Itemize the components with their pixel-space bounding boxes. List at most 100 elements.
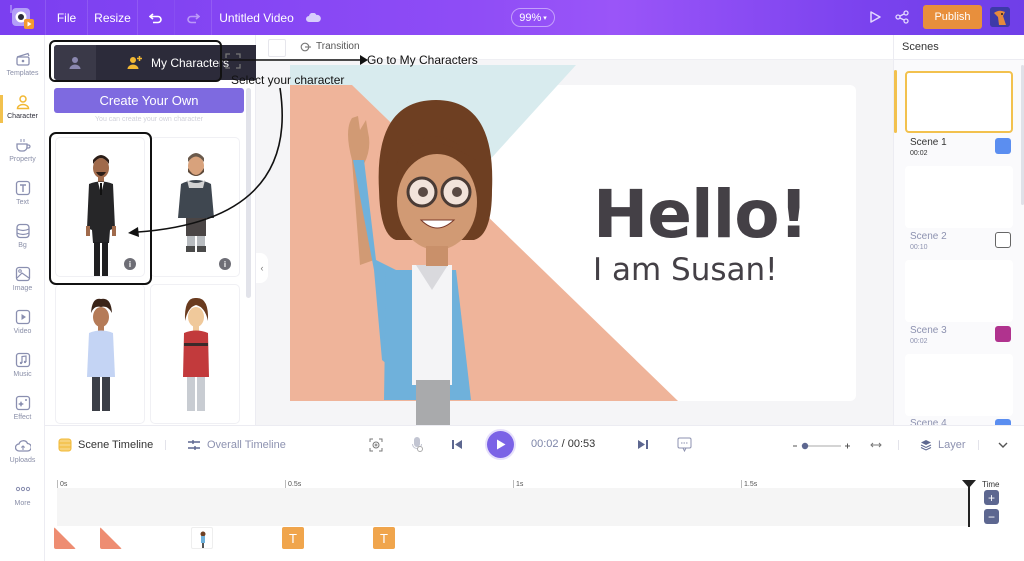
curly-hair-man-figure bbox=[87, 298, 115, 411]
timeline-clip-shape[interactable] bbox=[100, 527, 122, 549]
scene-thumbnail-4[interactable] bbox=[905, 354, 1013, 416]
timeline-clip-shape[interactable] bbox=[54, 527, 76, 549]
undo-icon bbox=[149, 12, 162, 23]
stage-toolbar: Transition bbox=[256, 35, 893, 60]
timeline-zoom-out-button[interactable]: − bbox=[984, 509, 999, 524]
scene-timeline-label: Scene Timeline bbox=[78, 439, 154, 451]
create-your-own-button[interactable]: Create Your Own bbox=[54, 88, 244, 113]
image-icon bbox=[15, 266, 30, 282]
subline-text[interactable]: I am Susan! bbox=[593, 252, 778, 288]
timeline-zoom-slider[interactable] bbox=[793, 442, 850, 450]
sidebar-label: Effect bbox=[13, 414, 32, 421]
divider bbox=[978, 440, 979, 450]
long-hair-man-figure bbox=[183, 297, 209, 411]
file-menu[interactable]: File bbox=[45, 0, 87, 35]
cloud-save-status bbox=[301, 0, 326, 35]
scenes-panel: Scenes Scene 1 00:02 Scene 2 00:10 Scene… bbox=[893, 35, 1024, 425]
skip-back-icon[interactable] bbox=[451, 439, 463, 450]
screen-record-icon[interactable] bbox=[369, 438, 383, 452]
scene-1-transition-badge[interactable] bbox=[995, 138, 1011, 154]
zoom-level-dropdown[interactable]: 99% ▾ bbox=[511, 8, 555, 27]
uploads-icon bbox=[14, 440, 31, 452]
share-icon[interactable] bbox=[895, 10, 909, 24]
scene-name: Scene 1 bbox=[910, 137, 947, 148]
sidebar-item-uploads[interactable]: Uploads bbox=[0, 434, 45, 476]
panel-scrollbar[interactable] bbox=[246, 88, 251, 298]
scene-thumbnail-3[interactable] bbox=[905, 260, 1013, 322]
info-icon[interactable]: i bbox=[219, 258, 231, 270]
layer-button[interactable]: Layer bbox=[920, 426, 966, 464]
overall-timeline-icon bbox=[188, 440, 200, 450]
redo-button[interactable] bbox=[174, 0, 211, 35]
timeline-clip-text[interactable]: T bbox=[282, 527, 304, 549]
video-title[interactable]: Untitled Video bbox=[211, 0, 301, 35]
time-zoom-label: Time bbox=[982, 480, 1000, 489]
bearded-man-figure bbox=[178, 153, 214, 252]
templates-icon bbox=[15, 52, 30, 66]
timeline-clip-text[interactable]: T bbox=[373, 527, 395, 549]
background-color-swatch[interactable] bbox=[268, 39, 286, 57]
text-clip-label: T bbox=[380, 530, 388, 546]
fit-width-icon[interactable] bbox=[870, 440, 882, 450]
chevron-down-icon[interactable] bbox=[998, 442, 1008, 449]
sidebar-item-effect[interactable]: Effect bbox=[0, 391, 45, 433]
resize-menu[interactable]: Resize bbox=[87, 0, 137, 35]
sidebar-item-image[interactable]: Image bbox=[0, 262, 45, 304]
timeline-clip-character[interactable] bbox=[191, 527, 213, 549]
headline-text[interactable]: Hello! bbox=[593, 176, 809, 253]
sidebar-item-video[interactable]: Video bbox=[0, 305, 45, 347]
character-card-bearded-man[interactable]: i bbox=[150, 137, 240, 277]
triangle-shape-icon bbox=[54, 527, 76, 549]
time-separator: / bbox=[558, 438, 568, 450]
scene-thumbnail-1[interactable] bbox=[905, 71, 1013, 133]
voiceover-mic-icon[interactable] bbox=[411, 436, 423, 453]
scene-timeline-tab[interactable]: Scene Timeline bbox=[58, 426, 153, 464]
sidebar-label: Uploads bbox=[9, 457, 36, 464]
sidebar-item-text[interactable]: Text bbox=[0, 176, 45, 218]
top-bar: File Resize Untitled Video 99% ▾ Publish bbox=[0, 0, 1024, 35]
skip-forward-icon[interactable] bbox=[637, 439, 649, 450]
go-to-annotation: Go to My Characters bbox=[367, 53, 478, 67]
property-icon bbox=[15, 139, 31, 152]
sidebar-item-property[interactable]: Property bbox=[0, 133, 45, 175]
sidebar-item-character[interactable]: Character bbox=[0, 90, 45, 132]
character-card-long-hair-man[interactable] bbox=[150, 284, 240, 424]
create-your-own-label: Create Your Own bbox=[99, 93, 199, 108]
app-logo-icon[interactable] bbox=[9, 5, 35, 31]
overall-timeline-tab[interactable]: Overall Timeline bbox=[187, 426, 286, 464]
undo-button[interactable] bbox=[137, 0, 174, 35]
sidebar-item-templates[interactable]: Templates bbox=[0, 47, 45, 89]
playhead-handle[interactable] bbox=[962, 480, 976, 488]
transition-button[interactable]: Transition bbox=[300, 41, 360, 52]
user-avatar[interactable] bbox=[990, 7, 1010, 27]
total-time: 00:53 bbox=[567, 438, 596, 450]
scene-timeline-icon bbox=[58, 438, 72, 452]
timeline-zoom-in-button[interactable]: + bbox=[984, 490, 999, 505]
play-button[interactable] bbox=[487, 431, 514, 458]
sidebar-item-music[interactable]: Music bbox=[0, 348, 45, 390]
scene-3-transition-badge[interactable] bbox=[995, 326, 1011, 342]
collapse-panel-button[interactable]: ‹ bbox=[256, 253, 268, 283]
zoom-level-value: 99% bbox=[519, 11, 542, 24]
chevron-down-icon: ▾ bbox=[543, 14, 547, 22]
scene-thumbnail-2[interactable] bbox=[905, 166, 1013, 228]
chevron-left-icon: ‹ bbox=[260, 263, 264, 273]
character-card-curly-hair-man[interactable] bbox=[55, 284, 145, 424]
sidebar-label: Image bbox=[12, 285, 33, 292]
sidebar-item-more[interactable]: More bbox=[0, 477, 45, 519]
active-scene-indicator bbox=[894, 70, 897, 133]
select-annotation: Select your character bbox=[231, 73, 345, 87]
sidebar-label: Text bbox=[16, 199, 29, 206]
sidebar-item-bg[interactable]: Bg bbox=[0, 219, 45, 261]
divider bbox=[165, 440, 166, 450]
timeline-area: 0s 0.5s 1s 1.5s Time + − T T bbox=[45, 463, 1024, 561]
more-icon bbox=[15, 486, 30, 492]
scene-2-transition-badge[interactable] bbox=[995, 232, 1011, 248]
publish-button[interactable]: Publish bbox=[923, 5, 982, 29]
scene-duration: 00:02 bbox=[910, 150, 928, 157]
resize-label: Resize bbox=[94, 10, 131, 25]
preview-play-icon[interactable] bbox=[868, 10, 882, 24]
expand-icon[interactable] bbox=[225, 53, 241, 69]
timeline-track[interactable] bbox=[57, 488, 970, 526]
subtitle-icon[interactable] bbox=[677, 437, 692, 452]
